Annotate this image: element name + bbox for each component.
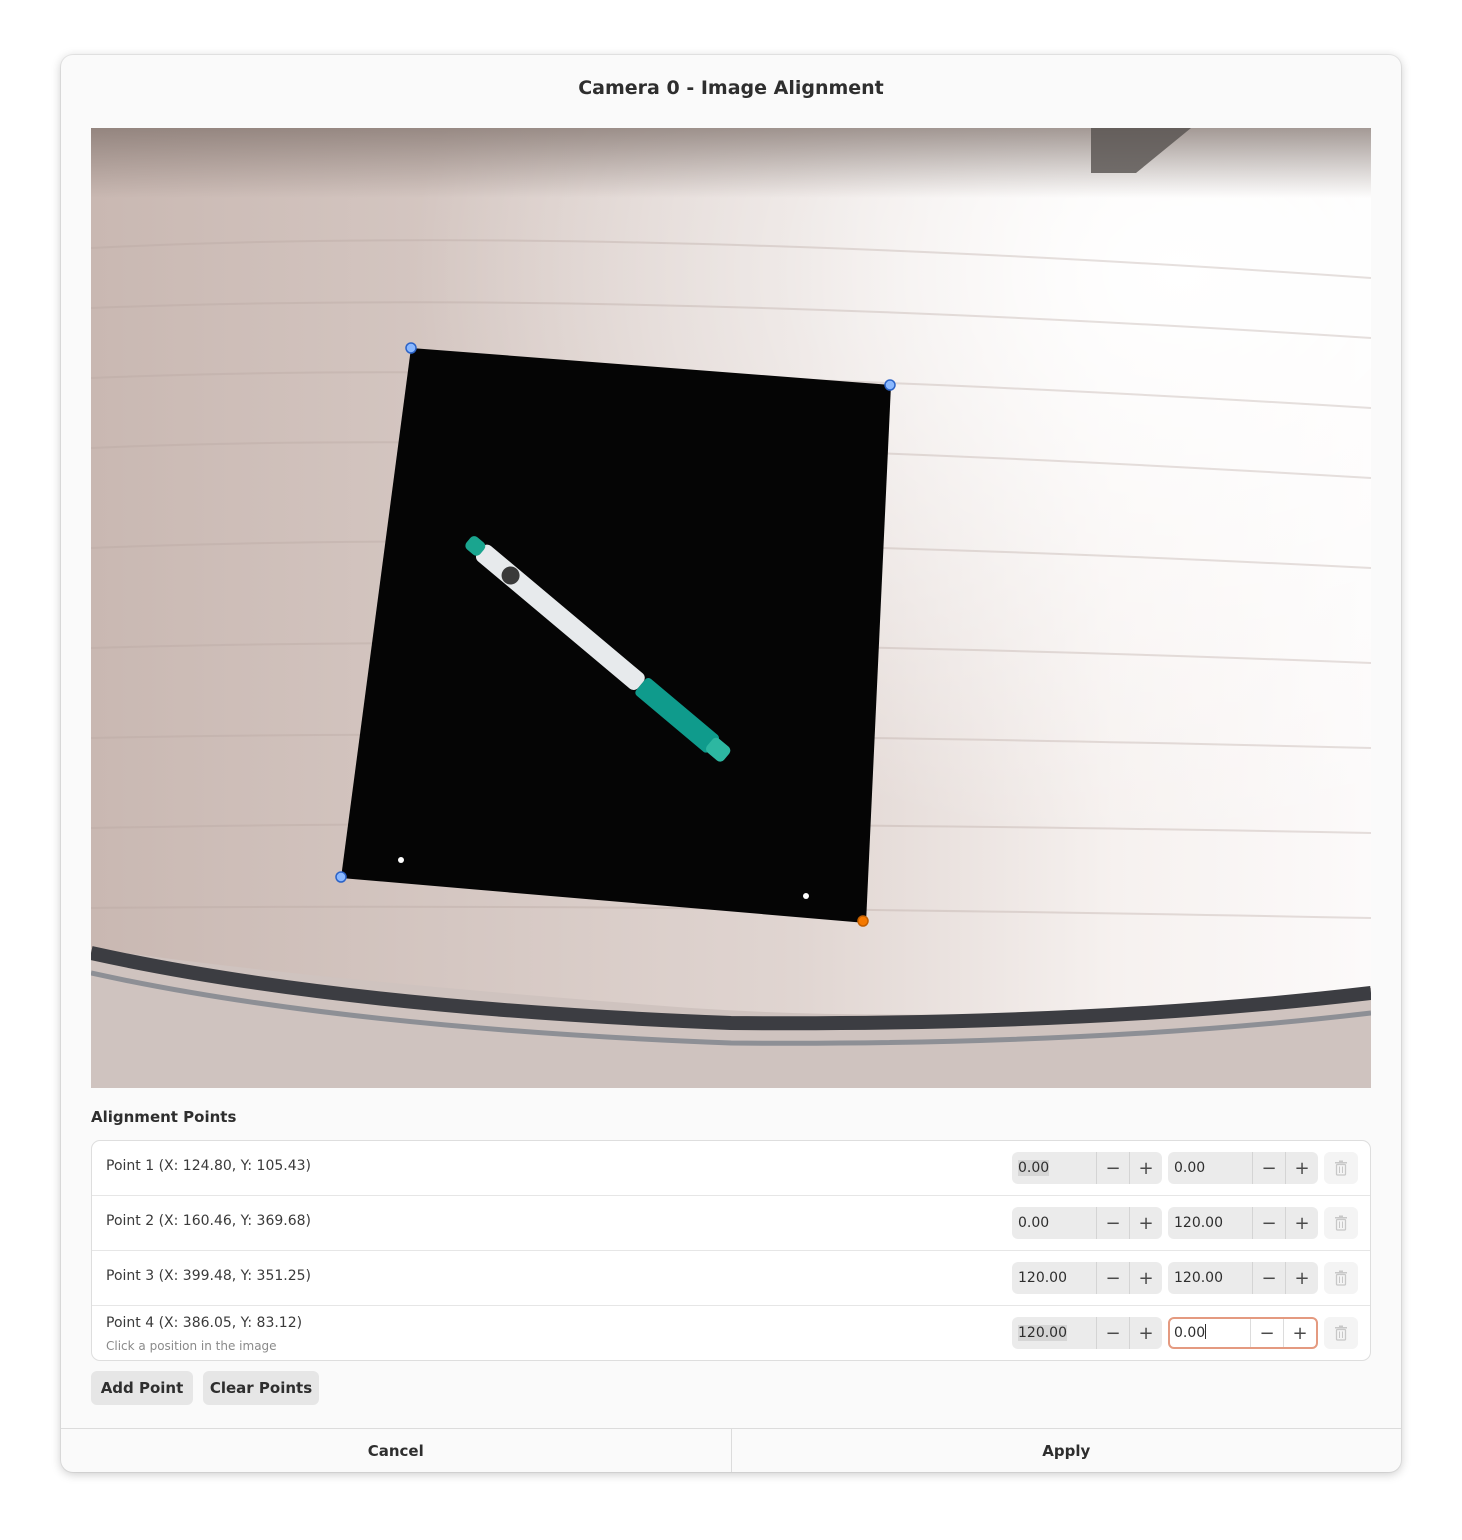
increment-button[interactable]: + bbox=[1285, 1207, 1318, 1239]
point-y-spinbutton[interactable]: 120.00 − + bbox=[1168, 1262, 1318, 1294]
point-label: Point 3 (X: 399.48, Y: 351.25) bbox=[106, 1268, 311, 1284]
decrement-button[interactable]: − bbox=[1096, 1152, 1129, 1184]
increment-button[interactable]: + bbox=[1129, 1207, 1162, 1239]
alignment-marker-3[interactable] bbox=[857, 915, 869, 927]
point-row: Point 4 (X: 386.05, Y: 83.12) Click a po… bbox=[92, 1306, 1370, 1360]
point-y-value[interactable]: 0.00 bbox=[1168, 1152, 1252, 1184]
decrement-button[interactable]: − bbox=[1250, 1319, 1283, 1347]
point-label: Point 2 (X: 160.46, Y: 369.68) bbox=[106, 1213, 311, 1229]
add-point-button[interactable]: Add Point bbox=[91, 1371, 193, 1405]
decrement-button[interactable]: − bbox=[1252, 1262, 1285, 1294]
point-row: Point 1 (X: 124.80, Y: 105.43) 0.00 − + … bbox=[92, 1141, 1370, 1196]
alignment-marker-2[interactable] bbox=[335, 871, 347, 883]
increment-button[interactable]: + bbox=[1129, 1152, 1162, 1184]
point-x-spinbutton[interactable]: 0.00 − + bbox=[1012, 1207, 1162, 1239]
camera-preview[interactable] bbox=[91, 128, 1371, 1088]
point-row: Point 2 (X: 160.46, Y: 369.68) 0.00 − + … bbox=[92, 1196, 1370, 1251]
point-x-value-text: 120.00 bbox=[1018, 1325, 1067, 1341]
dialog-footer: Cancel Apply bbox=[61, 1428, 1401, 1472]
point-label: Point 1 (X: 124.80, Y: 105.43) bbox=[106, 1158, 311, 1174]
clear-points-button[interactable]: Clear Points bbox=[203, 1371, 319, 1405]
trash-icon bbox=[1335, 1270, 1347, 1286]
point-x-value-text: 0.00 bbox=[1018, 1160, 1050, 1176]
alignment-points-list: Point 1 (X: 124.80, Y: 105.43) 0.00 − + … bbox=[91, 1140, 1371, 1361]
camera-image[interactable] bbox=[91, 128, 1371, 1088]
section-label-alignment-points: Alignment Points bbox=[91, 1108, 237, 1126]
point-x-value[interactable]: 120.00 bbox=[1012, 1262, 1096, 1294]
trash-icon bbox=[1335, 1325, 1347, 1341]
decrement-button[interactable]: − bbox=[1096, 1207, 1129, 1239]
dialog-title: Camera 0 - Image Alignment bbox=[578, 77, 884, 99]
text-caret bbox=[1205, 1324, 1207, 1339]
increment-button[interactable]: + bbox=[1285, 1262, 1318, 1294]
delete-point-button[interactable] bbox=[1324, 1152, 1358, 1184]
point-x-value[interactable]: 120.00 bbox=[1012, 1317, 1096, 1349]
point-x-spinbutton[interactable]: 0.00 − + bbox=[1012, 1152, 1162, 1184]
apply-button[interactable]: Apply bbox=[732, 1429, 1402, 1472]
decrement-button[interactable]: − bbox=[1252, 1152, 1285, 1184]
point-y-spinbutton[interactable]: 120.00 − + bbox=[1168, 1207, 1318, 1239]
point-label: Point 4 (X: 386.05, Y: 83.12) bbox=[106, 1315, 303, 1331]
trash-icon bbox=[1335, 1215, 1347, 1231]
point-x-value[interactable]: 0.00 bbox=[1012, 1207, 1096, 1239]
point-hint: Click a position in the image bbox=[106, 1339, 277, 1353]
point-y-value-text: 0.00 bbox=[1174, 1325, 1206, 1341]
decrement-button[interactable]: − bbox=[1096, 1262, 1129, 1294]
point-y-value[interactable]: 120.00 bbox=[1168, 1262, 1252, 1294]
point-row: Point 3 (X: 399.48, Y: 351.25) 120.00 − … bbox=[92, 1251, 1370, 1306]
delete-point-button[interactable] bbox=[1324, 1262, 1358, 1294]
point-x-spinbutton[interactable]: 120.00 − + bbox=[1012, 1262, 1162, 1294]
cancel-button[interactable]: Cancel bbox=[61, 1429, 732, 1472]
alignment-marker-1[interactable] bbox=[405, 342, 417, 354]
delete-point-button[interactable] bbox=[1324, 1207, 1358, 1239]
point-y-spinbutton[interactable]: 0.00 − + bbox=[1168, 1317, 1318, 1349]
increment-button[interactable]: + bbox=[1129, 1317, 1162, 1349]
point-y-value[interactable]: 120.00 bbox=[1168, 1207, 1252, 1239]
alignment-marker-4[interactable] bbox=[884, 379, 896, 391]
increment-button[interactable]: + bbox=[1283, 1319, 1316, 1347]
decrement-button[interactable]: − bbox=[1096, 1317, 1129, 1349]
increment-button[interactable]: + bbox=[1285, 1152, 1318, 1184]
trash-icon bbox=[1335, 1160, 1347, 1176]
point-y-value[interactable]: 0.00 bbox=[1170, 1319, 1250, 1347]
point-x-spinbutton[interactable]: 120.00 − + bbox=[1012, 1317, 1162, 1349]
alignment-dialog: Camera 0 - Image Alignment Alignment Poi… bbox=[61, 55, 1401, 1472]
point-y-spinbutton[interactable]: 0.00 − + bbox=[1168, 1152, 1318, 1184]
point-x-value[interactable]: 0.00 bbox=[1012, 1152, 1096, 1184]
delete-point-button[interactable] bbox=[1324, 1317, 1358, 1349]
decrement-button[interactable]: − bbox=[1252, 1207, 1285, 1239]
increment-button[interactable]: + bbox=[1129, 1262, 1162, 1294]
